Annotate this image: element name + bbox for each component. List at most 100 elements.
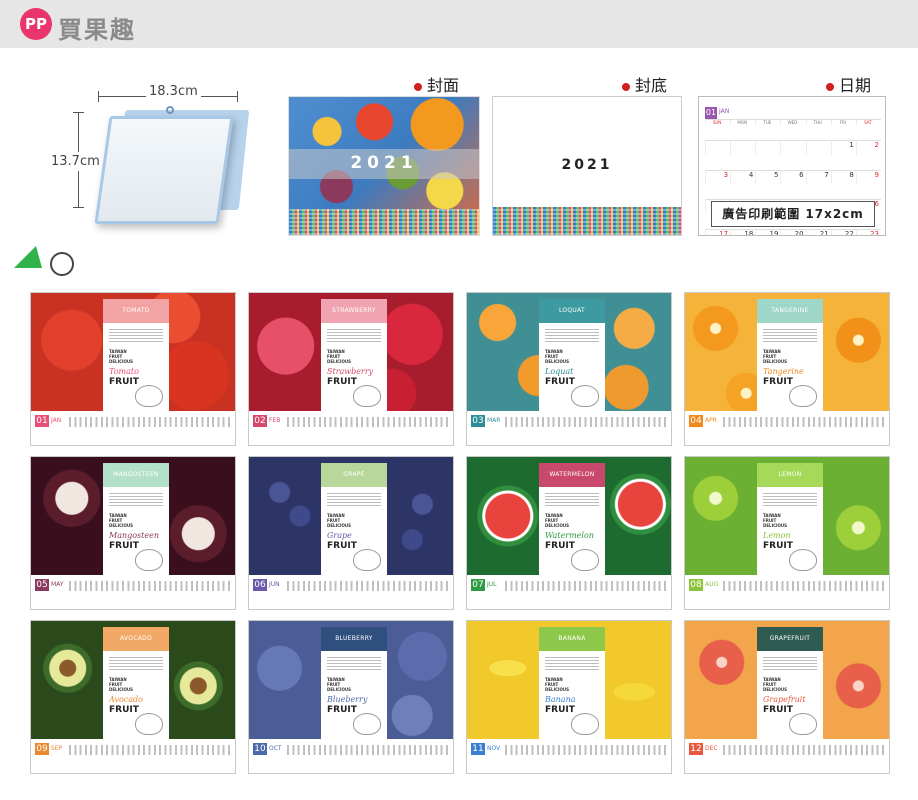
woven-pattern-strip [493, 207, 681, 235]
date-cell: 23 [855, 229, 881, 235]
month-page-card[interactable]: LEMON TAIWAN FRUIT DELICIOUS Lemon FRUIT 08 AUG [684, 456, 890, 610]
month-calendar-strip: 10 OCT [249, 739, 453, 773]
brand-name[interactable]: 買果趣 [58, 10, 136, 45]
fruit-info-panel: GRAPE TAIWAN FRUIT DELICIOUS Grape FRUIT [321, 463, 387, 575]
month-abbr: DEC [705, 745, 718, 752]
month-page-card[interactable]: TOMATO TAIWAN FRUIT DELICIOUS Tomato FRUIT 01 J… [30, 292, 236, 446]
fruit-name-tag: TANGERINE [757, 299, 823, 323]
month-calendar-strip: 03 MAR [467, 411, 671, 445]
month-page-card[interactable]: WATERMELON TAIWAN FRUIT DELICIOUS Watermelon… [466, 456, 672, 610]
date-page-preview[interactable]: 01 JAN SUNMONTUEWEDTHUFRISAT123456789101… [698, 96, 886, 236]
fruit-sketch-icon [135, 385, 163, 407]
day-number-strip [505, 745, 669, 755]
day-number-strip [287, 417, 451, 427]
month-page-card[interactable]: BLUEBERRY TAIWAN FRUIT DELICIOUS Blueberry FR… [248, 620, 454, 774]
month-calendar-strip: 01 JAN [31, 411, 235, 445]
month-calendar-strip: 04 APR [685, 411, 889, 445]
date-cell [805, 139, 831, 155]
day-number-strip [723, 417, 887, 427]
fruit-sketch-icon [135, 549, 163, 571]
month-number: 08 [689, 579, 703, 591]
back-cover-preview[interactable]: 2021 [492, 96, 682, 236]
month-calendar-strip: 02 FEB [249, 411, 453, 445]
fruit-sketch-icon [135, 713, 163, 735]
fruit-name-tag: TOMATO [103, 299, 169, 323]
fruit-info-panel: BLUEBERRY TAIWAN FRUIT DELICIOUS Blueberry FR… [321, 627, 387, 739]
fruit-name-tag: LEMON [757, 463, 823, 487]
taiwan-fruit-text: TAIWAN FRUIT DELICIOUS [327, 349, 352, 364]
month-page-card[interactable]: AVOCADO TAIWAN FRUIT DELICIOUS Avocado FRUIT 0… [30, 620, 236, 774]
date-cell: 9 [855, 169, 881, 185]
fruit-info-panel: MANGOSTEEN TAIWAN FRUIT DELICIOUS Mangosteen… [103, 463, 169, 575]
fruit-sketch-icon [789, 713, 817, 735]
date-cell: 4 [730, 169, 756, 185]
girl-mascot-icon [50, 252, 74, 276]
cover-preview[interactable]: 2021 [288, 96, 480, 236]
month-page-card[interactable]: BANANA TAIWAN FRUIT DELICIOUS Banana FRUIT 11 N… [466, 620, 672, 774]
hanging-hook-icon [166, 106, 174, 114]
month-calendar-strip: 08 AUG [685, 575, 889, 609]
month-calendar-strip: 11 NOV [467, 739, 671, 773]
weekday-header: THU [805, 119, 831, 125]
day-number-strip [69, 581, 233, 591]
taiwan-fruit-text: TAIWAN FRUIT DELICIOUS [545, 513, 570, 528]
fruit-word: FRUIT [109, 541, 139, 551]
date-cell: 8 [830, 169, 856, 185]
date-cell: 5 [755, 169, 781, 185]
fruit-sketch-icon [353, 549, 381, 571]
description-text-lines [109, 657, 163, 671]
month-calendar-strip: 09 SEP [31, 739, 235, 773]
fruit-info-panel: LEMON TAIWAN FRUIT DELICIOUS Lemon FRUIT [757, 463, 823, 575]
day-number-strip [69, 745, 233, 755]
fruit-info-panel: GRAPEFRUIT TAIWAN FRUIT DELICIOUS Grapefruit… [757, 627, 823, 739]
month-number: 02 [253, 415, 267, 427]
month-number: 06 [253, 579, 267, 591]
month-number: 10 [253, 743, 267, 755]
back-year: 2021 [561, 157, 613, 173]
date-cell: 19 [755, 229, 781, 235]
fruit-word: FRUIT [545, 541, 575, 551]
month-abbr: NOV [487, 745, 501, 752]
description-text-lines [763, 657, 817, 671]
month-page-card[interactable]: GRAPE TAIWAN FRUIT DELICIOUS Grape FRUIT 06 JUN [248, 456, 454, 610]
month-page-card[interactable]: MANGOSTEEN TAIWAN FRUIT DELICIOUS Mangosteen… [30, 456, 236, 610]
fruit-word: FRUIT [109, 705, 139, 715]
date-cell: 21 [805, 229, 831, 235]
taiwan-fruit-text: TAIWAN FRUIT DELICIOUS [109, 677, 134, 692]
fruit-word: FRUIT [545, 377, 575, 387]
month-number: 03 [471, 415, 485, 427]
month-calendar-strip: 07 JUL [467, 575, 671, 609]
description-text-lines [545, 493, 599, 507]
month-number: 05 [35, 579, 49, 591]
fruit-name-tag: LOQUAT [539, 299, 605, 323]
month-abbr: MAY [51, 581, 64, 588]
taiwan-fruit-text: TAIWAN FRUIT DELICIOUS [109, 513, 134, 528]
month-page-card[interactable]: LOQUAT TAIWAN FRUIT DELICIOUS Loquat FRUIT 03 M… [466, 292, 672, 446]
fruit-info-panel: LOQUAT TAIWAN FRUIT DELICIOUS Loquat FRUIT [539, 299, 605, 411]
month-number: 09 [35, 743, 49, 755]
weekday-header: WED [780, 119, 806, 125]
fruit-name-tag: BLUEBERRY [321, 627, 387, 651]
fruit-name-tag: MANGOSTEEN [103, 463, 169, 487]
fruit-script-name: Blueberry [327, 695, 368, 704]
month-number: 01 [35, 415, 49, 427]
description-text-lines [109, 493, 163, 507]
description-text-lines [763, 329, 817, 343]
month-page-card[interactable]: STRAWBERRY TAIWAN FRUIT DELICIOUS Strawberry… [248, 292, 454, 446]
date-cell: 7 [805, 169, 831, 185]
month-number: 04 [689, 415, 703, 427]
pp-logo-icon[interactable]: PP [20, 8, 52, 40]
description-text-lines [763, 493, 817, 507]
month-abbr: AUG [705, 581, 719, 588]
fruit-info-panel: AVOCADO TAIWAN FRUIT DELICIOUS Avocado FRUIT [103, 627, 169, 739]
weekday-header: MON [730, 119, 756, 125]
width-dimension-label: 18.3cm [146, 84, 201, 99]
month-page-card[interactable]: TANGERINE TAIWAN FRUIT DELICIOUS Tangerine FR… [684, 292, 890, 446]
month-calendar-strip: 05 MAY [31, 575, 235, 609]
day-number-strip [505, 417, 669, 427]
description-text-lines [545, 657, 599, 671]
fruit-info-panel: WATERMELON TAIWAN FRUIT DELICIOUS Watermelon… [539, 463, 605, 575]
month-abbr: MAR [487, 417, 501, 424]
month-page-card[interactable]: GRAPEFRUIT TAIWAN FRUIT DELICIOUS Grapefruit… [684, 620, 890, 774]
month-abbr: FEB [269, 417, 281, 424]
